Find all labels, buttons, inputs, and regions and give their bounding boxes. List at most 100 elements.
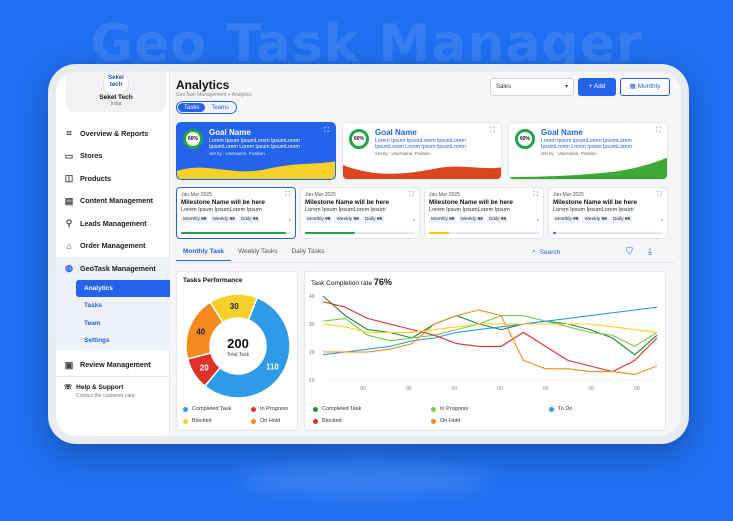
chip-daily: Daily 99 [238,216,261,223]
milestone-card[interactable]: Jan-Mar 2025 Milestone Name will be here… [548,187,668,239]
goal-progress-ring: 60% [183,129,203,149]
x-tick-label: 00 [452,386,458,392]
tab-monthly[interactable]: Monthly Task [176,248,232,261]
sidebar-item-review[interactable]: ▣ Review Management [56,354,170,377]
milestone-progress [181,232,291,234]
sidebar-item-label: Review Management [80,360,151,370]
legend-label: On Hold [260,418,281,424]
sidebar-item-products[interactable]: ◫ Products [56,167,170,190]
search-button[interactable]: ⌕ Search [532,248,560,256]
chip-monthly: Monthly 99 [553,216,581,223]
milestone-card[interactable]: Jan-Mar 2025 Milestone Name will be here… [424,187,544,239]
filter-icon[interactable]: ⛉ [626,246,633,257]
milestone-card[interactable]: Jan-Mar 2025 Milestone Name will be here… [300,187,420,239]
milestone-progress [553,232,663,234]
completion-rate-panel: Task Completion rate 76% 10 20 30 40 00 00 00 0… [304,271,666,431]
chip-value: 99 [449,217,455,222]
legend-label: To Do [558,406,573,412]
goal-wave [177,161,335,179]
sidebar-item-leads[interactable]: ⚲ Leads Management [56,212,170,235]
goal-description: Lorem Ipsum IpsumLorem IpsumLorem IpsumL… [541,138,632,151]
milestone-progress [305,232,415,234]
sidebar-subitem-tasks[interactable]: Tasks [76,297,170,315]
brand-name: Sekel Tech [99,94,133,101]
sidebar-subitem-analytics[interactable]: Analytics [76,279,170,297]
chip-weekly: Weekly 99 [582,216,609,223]
line-chart: 10 20 30 40 00 00 00 00 00 00 00 [309,294,658,392]
sidebar-item-orders[interactable]: ⌂ Order Management [56,235,170,258]
hierarchy-icon[interactable]: ⛶ [490,127,495,135]
goal-wave [509,157,667,179]
chevron-right-icon[interactable]: › [289,218,291,224]
sidebar-item-content[interactable]: ▤ Content Management [56,190,170,213]
chevron-right-icon[interactable]: › [537,218,539,224]
legend-label: Blocked [192,418,212,424]
hierarchy-icon[interactable]: ⛶ [657,191,662,199]
department-select[interactable]: Sales ▾ [490,78,574,96]
calendar-icon: ▦ [629,83,638,90]
legend-item: Completed Task [313,406,361,412]
goal-card[interactable]: 60% Goal Name Lorem Ipsum IpsumLorem Ips… [508,122,668,180]
help-icon: ☏ [64,384,73,391]
add-button[interactable]: + Add [578,78,616,96]
milestone-description: Lorem Ipsum IpsumLorem Ipsum [181,207,262,213]
legend-label: Completed Task [322,406,362,412]
chip-monthly: Monthly 99 [429,216,457,223]
select-value: Sales [496,84,512,90]
milestone-name: Milestone Name will be here [553,199,637,206]
sidebar-subitem-team[interactable]: Team [76,315,170,333]
sidebar-item-label: Leads Management [80,218,147,228]
tab-weekly[interactable]: Weekly Tasks [231,248,285,261]
chip-monthly: Monthly 99 [305,216,333,223]
tasks-performance-panel: Tasks Performance 110 20 40 30 200 Total Task… [176,271,298,431]
chip-label: Monthly [183,217,200,222]
help-support[interactable]: ☏ Help & Support Contact the customer car… [56,376,170,405]
sidebar-item-overview[interactable]: ⌗ Overview & Reports [56,122,170,145]
sidebar-subitem-settings[interactable]: Settings [76,332,170,350]
chevron-right-icon[interactable]: › [413,218,415,224]
chevron-right-icon[interactable]: › [661,218,663,224]
milestone-date: Jan-Mar 2025 [305,192,336,198]
chip-value: 99 [376,217,383,222]
x-tick-label: 00 [589,386,595,392]
legend-item: Blocked [313,418,342,424]
hierarchy-icon[interactable]: ⛶ [324,127,329,135]
legend-item: Blocked [183,418,212,424]
hierarchy-icon[interactable]: ⛶ [533,191,538,199]
hierarchy-icon[interactable]: ⛶ [285,191,290,199]
series-line[interactable] [322,306,658,356]
hierarchy-icon[interactable]: ⛶ [409,191,414,199]
milestone-name: Milestone Name will be here [305,199,389,206]
search-label: Search [539,248,561,256]
toggle-teams[interactable]: Teams [205,103,235,112]
search-icon: ⌕ [532,248,536,255]
sidebar-item-stores[interactable]: ▭ Stores [56,145,170,168]
y-tick-label: 10 [309,378,315,384]
chip-daily: Daily 99 [610,216,633,223]
chip-label: Monthly [307,217,324,222]
legend-swatch [431,406,436,412]
chip-label: Daily [488,217,500,222]
goal-wave [343,165,501,179]
chip-weekly: Weekly 99 [334,216,361,223]
milestone-card[interactable]: Jan-Mar 2025 Milestone Name will be here… [176,187,296,239]
toggle-tasks[interactable]: Tasks [178,103,206,112]
sidebar-item-label: Content Management [80,196,154,206]
tab-daily[interactable]: Daily Tasks [285,248,332,261]
period-tabs: Monthly Task Weekly Tasks Daily Tasks [176,248,331,261]
period-button[interactable]: ▦ Monthly [620,78,670,96]
app-screen: Sekel tech Sekel Tech India ⌗ Overview & … [56,72,681,436]
milestone-date: Jan-Mar 2025 [429,192,460,198]
view-toggle: Tasks Teams [176,101,238,114]
legend-swatch [313,418,318,424]
content-icon: ▤ [64,195,74,206]
goal-set-by: Set by : Username, Position [541,151,597,156]
legend-item: On Hold [431,418,460,424]
sidebar-item-geotask[interactable]: ◍ GeoTask Management [56,257,170,280]
goal-card[interactable]: 60% Goal Name Lorem Ipsum IpsumLorem Ips… [176,122,336,180]
milestone-description: Lorem Ipsum IpsumLorem Ipsum [305,207,386,213]
download-icon[interactable]: ⤓ [648,246,652,257]
goal-card[interactable]: 60% Goal Name Lorem Ipsum IpsumLorem Ips… [342,122,502,180]
hierarchy-icon[interactable]: ⛶ [656,127,661,135]
legend-swatch [431,418,436,424]
